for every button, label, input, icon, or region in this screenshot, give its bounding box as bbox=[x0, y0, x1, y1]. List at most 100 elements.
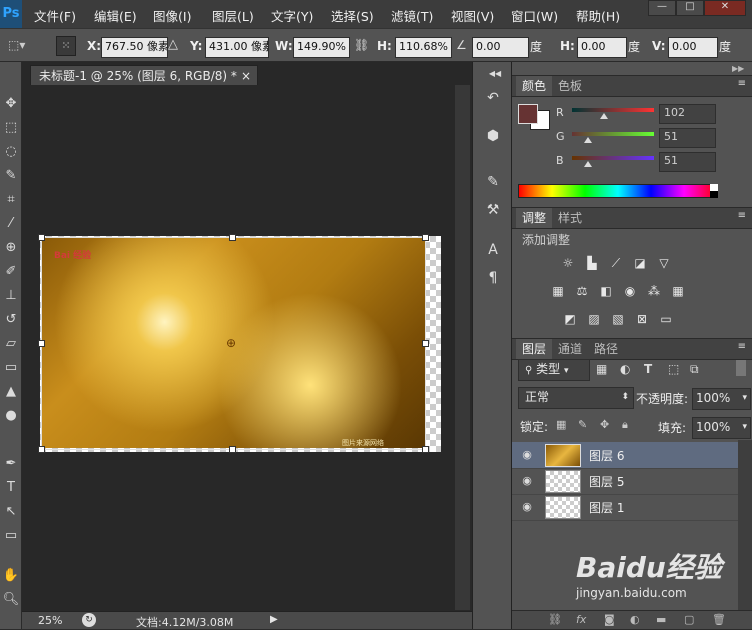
tab-adjustments[interactable]: 调整 bbox=[516, 208, 553, 228]
eraser-icon[interactable]: ▱ bbox=[0, 334, 22, 354]
tab-layers[interactable]: 图层 bbox=[516, 339, 553, 359]
transform-handle[interactable] bbox=[229, 446, 236, 453]
red-value-field[interactable]: 102 bbox=[659, 104, 716, 124]
eye-icon[interactable]: ◉ bbox=[520, 474, 534, 488]
black-white-icon[interactable]: ◧ bbox=[598, 284, 614, 298]
x-field[interactable]: 767.50 像素 bbox=[101, 37, 168, 58]
shape-tool-icon[interactable]: ▭ bbox=[0, 526, 22, 546]
red-slider-thumb[interactable] bbox=[600, 113, 608, 119]
new-layer-icon[interactable]: ▢ bbox=[684, 613, 694, 626]
brightness-icon[interactable]: ☼ bbox=[560, 256, 576, 270]
tab-styles[interactable]: 样式 bbox=[552, 208, 588, 228]
vskew-field[interactable]: 0.00 bbox=[668, 37, 718, 58]
marquee-tool-icon[interactable]: ⬚ bbox=[0, 118, 22, 138]
hskew-field[interactable]: 0.00 bbox=[577, 37, 627, 58]
red-slider[interactable] bbox=[572, 108, 654, 112]
tool-presets-icon[interactable]: ⚒ bbox=[481, 200, 505, 220]
group-folder-icon[interactable]: ▬ bbox=[656, 613, 666, 626]
document-tab[interactable]: 未标题-1 @ 25% (图层 6, RGB/8) * × bbox=[30, 65, 258, 85]
blend-mode-dropdown[interactable]: 正常 ⬍ bbox=[518, 387, 634, 409]
zoom-level[interactable]: 25% bbox=[38, 614, 62, 627]
transform-handle[interactable] bbox=[422, 340, 429, 347]
transform-tool-icon[interactable]: ⬚▾ bbox=[8, 38, 25, 52]
filter-adjustment-icon[interactable]: ◐ bbox=[620, 362, 630, 376]
color-balance-icon[interactable]: ⚖ bbox=[574, 284, 590, 298]
lock-all-icon[interactable]: 🔒︎ bbox=[622, 418, 628, 432]
quick-select-icon[interactable]: ✎ bbox=[0, 166, 22, 186]
tab-channels[interactable]: 通道 bbox=[552, 339, 588, 359]
exposure-icon[interactable]: ◪ bbox=[632, 256, 648, 270]
menu-edit[interactable]: 编辑(E) bbox=[94, 6, 137, 25]
fx-icon[interactable]: fx bbox=[576, 613, 586, 626]
y-field[interactable]: 431.00 像素 bbox=[205, 37, 269, 58]
lock-position-icon[interactable]: ✥ bbox=[600, 418, 609, 431]
character-panel-icon[interactable]: A bbox=[481, 240, 505, 260]
collapse-icon[interactable]: ◀◀ bbox=[485, 64, 505, 84]
blue-slider[interactable] bbox=[572, 156, 654, 160]
close-tab-icon[interactable]: × bbox=[241, 66, 251, 86]
vibrance-icon[interactable]: ▽ bbox=[656, 256, 672, 270]
layer-row-selected[interactable]: ◉ 图层 6 bbox=[512, 442, 738, 469]
transform-handle[interactable] bbox=[38, 234, 45, 241]
brush-presets-icon[interactable]: ✎ bbox=[481, 172, 505, 192]
selective-color-icon[interactable]: ⊠ bbox=[634, 312, 650, 326]
threshold-icon[interactable]: ▧ bbox=[610, 312, 626, 326]
tab-paths[interactable]: 路径 bbox=[588, 339, 624, 359]
color-lookup-icon[interactable]: ▦ bbox=[670, 284, 686, 298]
panel-menu-icon[interactable]: ≡ bbox=[738, 210, 746, 221]
transform-handle[interactable] bbox=[422, 234, 429, 241]
layer-row[interactable]: ◉ 图层 5 bbox=[512, 468, 738, 495]
close-window-button[interactable]: ✕ bbox=[704, 0, 746, 16]
dodge-tool-icon[interactable]: ● bbox=[0, 406, 22, 426]
filter-toggle[interactable] bbox=[736, 360, 746, 376]
layer-name[interactable]: 图层 6 bbox=[589, 447, 624, 464]
pen-tool-icon[interactable]: ✒ bbox=[0, 454, 22, 474]
status-arrow-icon[interactable]: ▶ bbox=[270, 614, 278, 625]
clone-stamp-icon[interactable]: ⊥ bbox=[0, 286, 22, 306]
transform-handle[interactable] bbox=[38, 446, 45, 453]
hue-saturation-icon[interactable]: ▦ bbox=[550, 284, 566, 298]
menu-type[interactable]: 文字(Y) bbox=[271, 6, 313, 25]
menu-select[interactable]: 选择(S) bbox=[331, 6, 374, 25]
lock-pixels-icon[interactable]: ✎ bbox=[578, 418, 587, 431]
opacity-field[interactable]: 100% ▾ bbox=[692, 388, 751, 410]
posterize-icon[interactable]: ▨ bbox=[586, 312, 602, 326]
history-brush-icon[interactable]: ↺ bbox=[0, 310, 22, 330]
fill-field[interactable]: 100% ▾ bbox=[692, 417, 751, 439]
levels-icon[interactable]: ▙ bbox=[584, 256, 600, 270]
link-icon[interactable]: ⛓ bbox=[354, 38, 369, 52]
menu-image[interactable]: 图像(I) bbox=[153, 6, 191, 25]
color-spectrum-ramp[interactable] bbox=[518, 184, 718, 198]
menu-filter[interactable]: 滤镜(T) bbox=[391, 6, 433, 25]
layer-name[interactable]: 图层 1 bbox=[589, 499, 624, 516]
blue-slider-thumb[interactable] bbox=[584, 161, 592, 167]
black-white-ramp[interactable] bbox=[710, 184, 718, 198]
channel-mixer-icon[interactable]: ⁂ bbox=[646, 284, 662, 298]
layer-filter-dropdown[interactable]: ⚲ 类型 ▾ bbox=[518, 359, 590, 381]
tab-swatches[interactable]: 色板 bbox=[552, 76, 588, 96]
green-value-field[interactable]: 51 bbox=[659, 128, 716, 148]
eye-icon[interactable]: ◉ bbox=[520, 500, 534, 514]
trash-icon[interactable]: 🗑︎ bbox=[712, 613, 726, 626]
history-panel-icon[interactable]: ↶ bbox=[481, 88, 505, 108]
photo-filter-icon[interactable]: ◉ bbox=[622, 284, 638, 298]
3d-panel-icon[interactable]: ⬢ bbox=[481, 126, 505, 146]
filter-smart-icon[interactable]: ⧉ bbox=[690, 362, 699, 377]
layer-name[interactable]: 图层 5 bbox=[589, 473, 624, 490]
menu-layer[interactable]: 图层(L) bbox=[212, 6, 254, 25]
invert-icon[interactable]: ◩ bbox=[562, 312, 578, 326]
menu-view[interactable]: 视图(V) bbox=[451, 6, 494, 25]
green-slider-thumb[interactable] bbox=[584, 137, 592, 143]
collapse-icon[interactable]: ▶▶ bbox=[732, 64, 744, 73]
transform-handle[interactable] bbox=[229, 234, 236, 241]
move-tool-icon[interactable]: ✥ bbox=[0, 94, 22, 114]
link-layers-icon[interactable]: ⛓ bbox=[548, 613, 562, 626]
gradient-map-icon[interactable]: ▭ bbox=[658, 312, 674, 326]
type-tool-icon[interactable]: T bbox=[0, 478, 22, 498]
lasso-tool-icon[interactable]: ◌ bbox=[0, 142, 22, 162]
menu-help[interactable]: 帮助(H) bbox=[576, 6, 620, 25]
vertical-scrollbar[interactable] bbox=[455, 85, 470, 610]
status-menu-icon[interactable]: ↻ bbox=[82, 613, 96, 627]
filter-type-icon[interactable]: T bbox=[644, 362, 652, 376]
height-field[interactable]: 110.68% bbox=[395, 37, 452, 58]
